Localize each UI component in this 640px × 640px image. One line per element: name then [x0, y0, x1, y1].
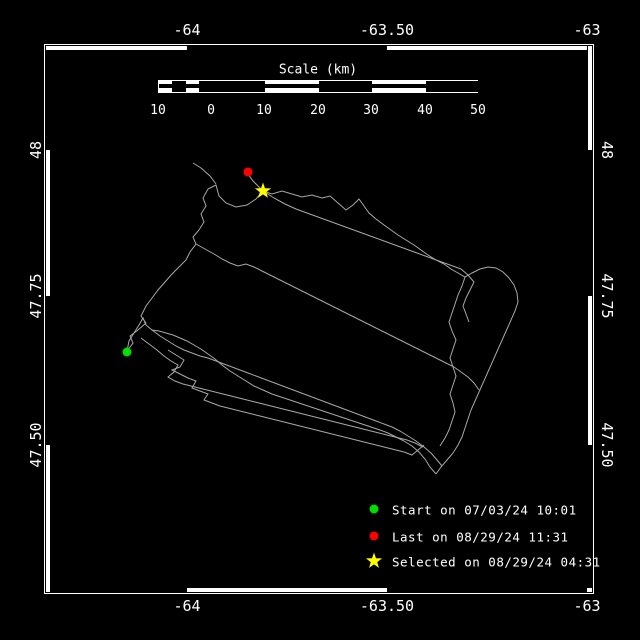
track-polyline — [263, 191, 474, 322]
scale-bar-number: 20 — [310, 103, 326, 118]
legend-label-start: Start on 07/03/24 10:01 — [392, 503, 577, 518]
axis-label-top: -64 — [173, 21, 200, 39]
axis-label-left: 47.50 — [27, 422, 45, 467]
scale-bar-title: Scale (km) — [279, 63, 357, 78]
scale-bar-number: 40 — [417, 103, 433, 118]
scale-bar-number: 50 — [470, 103, 486, 118]
scale-bar-number: 10 — [150, 103, 166, 118]
scale-bar-cell — [186, 81, 199, 92]
scale-bar-cell — [159, 81, 172, 92]
axis-label-right: 47.75 — [598, 273, 616, 318]
axis-label-bottom: -64 — [173, 597, 200, 615]
legend-label-last: Last on 08/29/24 11:31 — [392, 530, 569, 545]
scale-bar-cell — [172, 81, 186, 92]
track-polyline — [196, 244, 479, 390]
scale-bar-cell — [372, 81, 426, 92]
track-polyline — [152, 330, 442, 466]
track-polyline — [193, 163, 216, 184]
track-polyline — [263, 191, 518, 474]
scale-bar-cell — [426, 81, 479, 92]
legend-marker-last — [370, 532, 379, 541]
scale-bar-number: 30 — [363, 103, 379, 118]
axis-label-bottom: -63.50 — [360, 597, 414, 615]
scale-bar-number: 10 — [256, 103, 272, 118]
scale-bar-cell — [319, 81, 372, 92]
legend-marker-selected — [366, 553, 382, 568]
axis-label-right: 47.50 — [598, 422, 616, 467]
scale-bar-number: 0 — [207, 103, 215, 118]
axis-label-left: 48 — [27, 141, 45, 159]
legend-marker-start — [370, 505, 379, 514]
axis-label-top: -63.50 — [360, 21, 414, 39]
axis-label-right: 48 — [598, 141, 616, 159]
legend-label-selected: Selected on 08/29/24 04:31 — [392, 555, 601, 570]
scale-bar-cell — [212, 81, 265, 92]
last-marker — [244, 168, 253, 177]
scale-bar-cell — [199, 81, 212, 92]
axis-label-bottom: -63 — [573, 597, 600, 615]
scale-bar-cell — [265, 81, 319, 92]
axis-label-top: -63 — [573, 21, 600, 39]
start-marker — [123, 348, 132, 357]
scale-bar-box — [158, 80, 478, 93]
track-plot-screen: -64 -63.50 -63 -64 -63.50 -63 48 47.75 47.50 48 47… — [0, 0, 640, 640]
track-polyline — [127, 318, 436, 474]
axis-label-left: 47.75 — [27, 273, 45, 318]
